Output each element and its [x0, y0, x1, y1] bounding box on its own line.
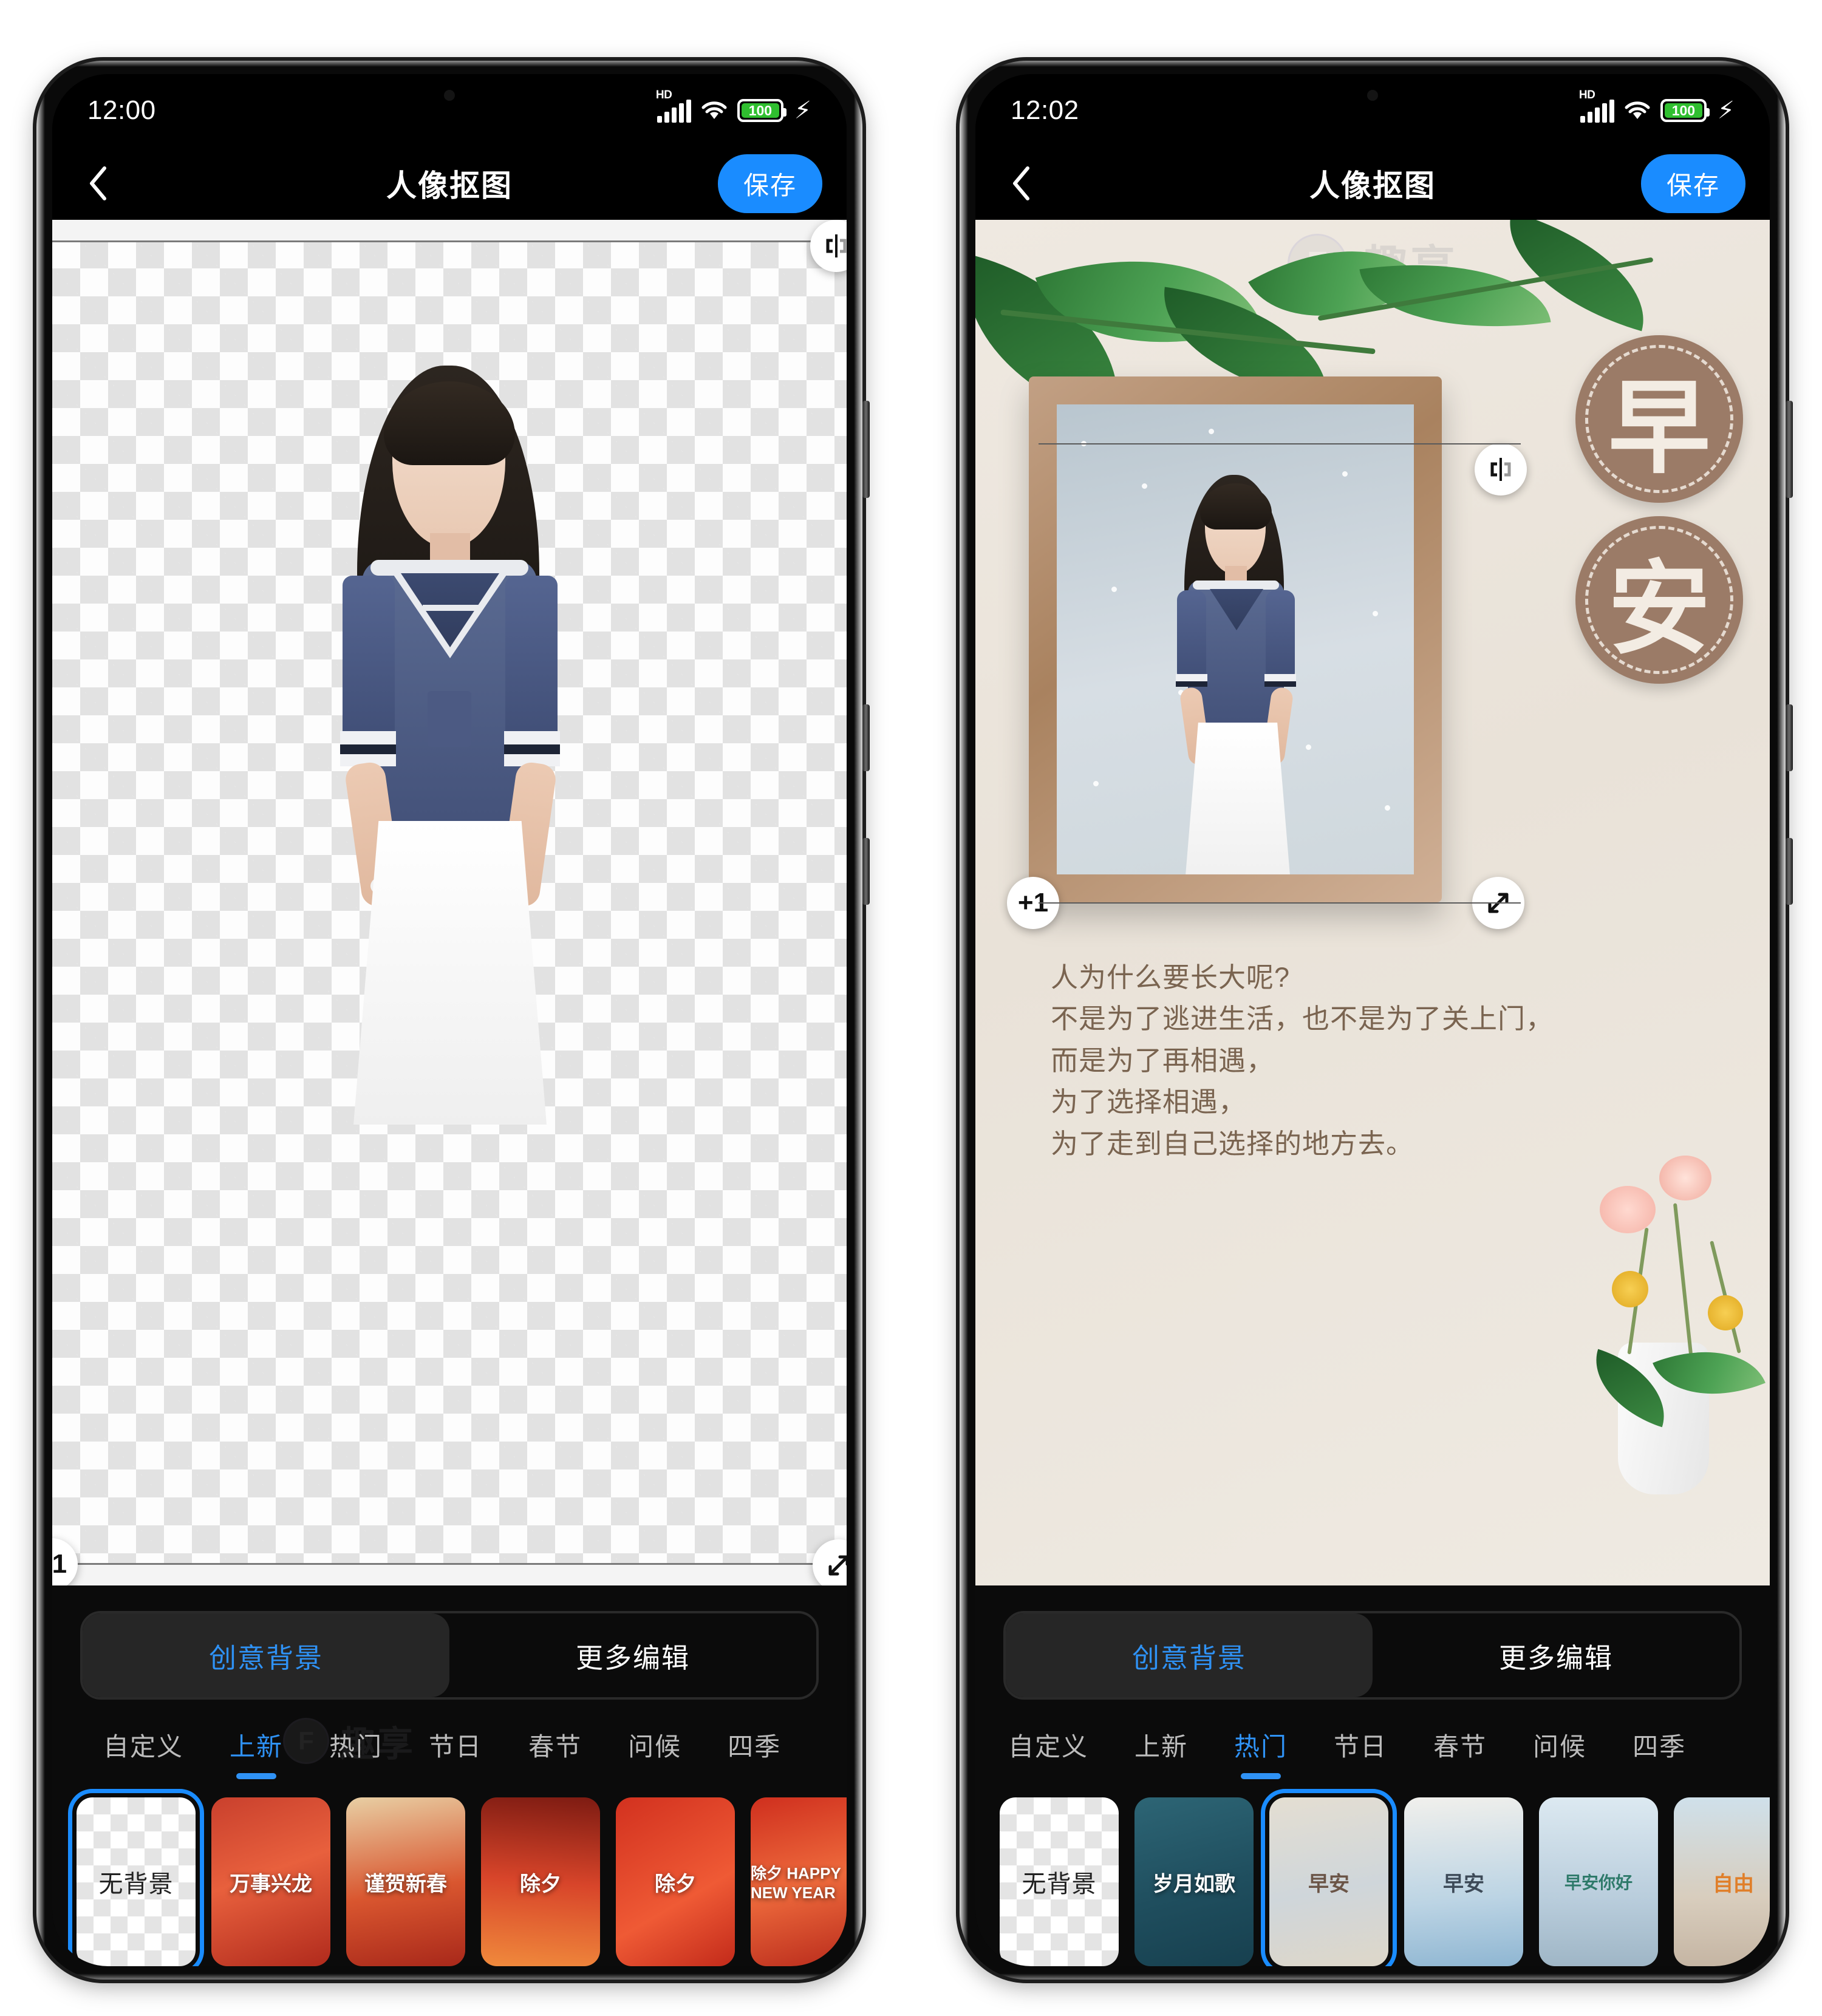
photo-frame[interactable] [1029, 376, 1442, 902]
flower-decoration [1612, 1271, 1648, 1307]
thumbnail-no-background[interactable]: 无背景 [1000, 1797, 1119, 1966]
list-item[interactable]: 岁月如歌 [1134, 1797, 1254, 1966]
status-icons: HD 100 ⚡ [1579, 89, 1735, 124]
quote-line: 为了走到自己选择的地方去。 [1051, 1128, 1414, 1159]
composed-scene: F 趣享 早 安 [975, 220, 1770, 1585]
category-hot[interactable]: 热门 [306, 1726, 406, 1763]
sticker-stamp-peace[interactable]: 安 [1575, 516, 1743, 684]
tab-creative-background[interactable]: 创意背景 [1006, 1613, 1373, 1697]
camera-punch-hole-icon [444, 90, 455, 101]
save-button[interactable]: 保存 [1640, 154, 1745, 213]
phone-screen-right: 12:02 HD 100 ⚡ 人像抠图 保存 早 安 +1 人为什么要长大呢? … [975, 74, 1770, 1966]
tab-creative-background[interactable]: 创意背景 [83, 1613, 449, 1697]
category-hot[interactable]: 热门 [1211, 1726, 1311, 1763]
nav-bar-right: 人像抠图 保存 [975, 147, 1770, 220]
category-festival[interactable]: 节日 [406, 1726, 505, 1763]
list-item[interactable]: 自由 [1674, 1797, 1770, 1966]
category-new[interactable]: 上新 [1111, 1726, 1211, 1763]
sticker-stamp-morning[interactable]: 早 [1575, 335, 1743, 503]
selection-line-top [1039, 443, 1521, 444]
volume-up-button-right[interactable] [1786, 704, 1793, 771]
category-custom[interactable]: 自定义 [80, 1726, 206, 1763]
flower-decoration [1600, 1186, 1656, 1233]
selection-line-top [52, 240, 847, 242]
volume-down-button-right[interactable] [1786, 838, 1793, 905]
hd-label: HD [655, 89, 672, 101]
quote-line: 而是为了再相遇， [1051, 1044, 1275, 1076]
category-custom[interactable]: 自定义 [1003, 1726, 1111, 1763]
volume-down-button-left[interactable] [862, 838, 870, 905]
status-bar-right: 12:02 HD 100 ⚡ [975, 74, 1770, 147]
phone-device-left: 12:00 HD 100 ⚡ 人像抠图 保存 1 创意背景 更多编辑 F 趣享 … [36, 61, 870, 1980]
editor-tab-bar: 创意背景 更多编辑 [1003, 1611, 1742, 1700]
category-new[interactable]: 上新 [206, 1726, 306, 1763]
category-tabs[interactable]: 自定义 上新 热门 节日 春节 问候 四季 [975, 1700, 1770, 1763]
list-item[interactable]: 早安 [1261, 1789, 1397, 1966]
signal-bars-icon: HD [656, 89, 691, 123]
framed-photo [1057, 404, 1414, 874]
list-item[interactable]: 除夕 [616, 1797, 735, 1966]
battery-level: 100 [1671, 102, 1696, 118]
quote-text-block[interactable]: 人为什么要长大呢? 不是为了逃进生活，也不是为了关上门， 而是为了再相遇， 为了… [1051, 957, 1554, 1165]
power-button-left[interactable] [862, 401, 870, 498]
thumbnail-no-background[interactable]: 无背景 [68, 1789, 204, 1966]
camera-punch-hole-icon [1367, 90, 1378, 101]
list-item[interactable]: 除夕 [481, 1797, 600, 1966]
cutout-person[interactable] [279, 359, 619, 1295]
screenshot-root: 12:00 HD 100 ⚡ 人像抠图 保存 1 创意背景 更多编辑 F 趣享 … [0, 0, 1822, 2016]
tab-more-editing[interactable]: 更多编辑 [449, 1613, 816, 1697]
phone-screen-left: 12:00 HD 100 ⚡ 人像抠图 保存 1 创意背景 更多编辑 F 趣享 … [52, 74, 847, 1966]
list-item[interactable]: 谨贺新春 [346, 1797, 465, 1966]
flower-decoration [1708, 1295, 1743, 1330]
charging-bolt-icon: ⚡ [794, 97, 811, 124]
wifi-icon [701, 100, 728, 121]
status-bar-left: 12:00 HD 100 ⚡ [52, 74, 847, 147]
quote-line: 不是为了逃进生活，也不是为了关上门， [1051, 1003, 1554, 1035]
save-button[interactable]: 保存 [717, 154, 822, 213]
battery-icon: 100 [1660, 99, 1710, 122]
category-spring-festival[interactable]: 春节 [1410, 1726, 1510, 1763]
bottom-panel-right: 创意背景 更多编辑 自定义 上新 热门 节日 春节 问候 四季 无背景 岁月如歌… [975, 1585, 1770, 1966]
phone-device-right: 12:02 HD 100 ⚡ 人像抠图 保存 早 安 +1 人为什么要长大呢? … [960, 61, 1793, 1980]
cutout-person[interactable] [1144, 471, 1326, 874]
status-icons: HD 100 ⚡ [656, 89, 811, 124]
background-thumbnail-list[interactable]: 无背景 万事兴龙 谨贺新春 除夕 除夕 除夕 HAPPY NEW YEAR [52, 1763, 847, 1966]
selection-line-bottom [1039, 902, 1521, 904]
flip-handle[interactable] [1475, 443, 1527, 495]
battery-icon: 100 [737, 99, 786, 122]
charging-bolt-icon: ⚡ [1717, 97, 1735, 124]
editor-canvas-right[interactable]: F 趣享 早 安 [975, 220, 1770, 1585]
back-button[interactable] [77, 159, 119, 208]
hd-label: HD [1578, 89, 1595, 101]
category-seasons[interactable]: 四季 [1609, 1726, 1709, 1763]
category-festival[interactable]: 节日 [1311, 1726, 1410, 1763]
list-item[interactable]: 早安你好 [1539, 1797, 1658, 1966]
category-greeting[interactable]: 问候 [1510, 1726, 1609, 1763]
bottom-panel-left: 创意背景 更多编辑 F 趣享 自定义 上新 热门 节日 春节 问候 四季 无背景… [52, 1585, 847, 1966]
volume-up-button-left[interactable] [862, 704, 870, 771]
category-greeting[interactable]: 问候 [605, 1726, 705, 1763]
background-thumbnail-list[interactable]: 无背景 岁月如歌 早安 早安 早安你好 自由 [975, 1763, 1770, 1966]
status-time: 12:02 [1011, 95, 1079, 125]
editor-tab-bar: 创意背景 更多编辑 [80, 1611, 819, 1700]
flower-decoration [1659, 1156, 1711, 1200]
list-item[interactable]: 除夕 HAPPY NEW YEAR [751, 1797, 847, 1966]
power-button-right[interactable] [1786, 401, 1793, 498]
battery-level: 100 [748, 102, 773, 118]
category-spring-festival[interactable]: 春节 [505, 1726, 605, 1763]
category-seasons[interactable]: 四季 [705, 1726, 804, 1763]
wifi-icon [1624, 100, 1651, 121]
selection-line-bottom [52, 1563, 847, 1565]
signal-bars-icon: HD [1579, 89, 1614, 123]
back-button[interactable] [1000, 159, 1042, 208]
quote-line: 人为什么要长大呢? [1051, 962, 1291, 993]
category-tabs[interactable]: F 趣享 自定义 上新 热门 节日 春节 问候 四季 [52, 1700, 847, 1764]
list-item[interactable]: 早安 [1404, 1797, 1523, 1966]
tab-more-editing[interactable]: 更多编辑 [1373, 1613, 1739, 1697]
nav-bar-left: 人像抠图 保存 [52, 147, 847, 220]
editor-canvas-left[interactable]: +1 [52, 220, 847, 1585]
quote-line: 为了选择相遇， [1051, 1086, 1247, 1118]
status-time: 12:00 [87, 95, 156, 125]
list-item[interactable]: 万事兴龙 [211, 1797, 330, 1966]
